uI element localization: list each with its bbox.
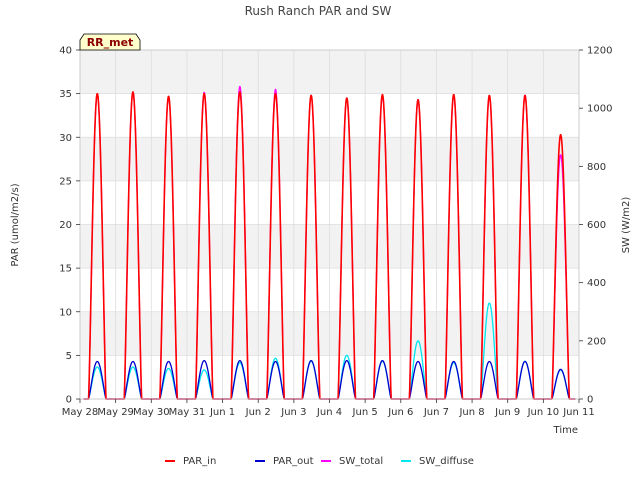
y-axis-right-title: SW (W/m2) xyxy=(621,197,632,254)
x-tick-label: Jun 1 xyxy=(209,407,235,418)
x-tick-label: Jun 9 xyxy=(494,407,520,418)
y-right-tick-label: 1000 xyxy=(587,104,612,115)
y-left-tick-label: 30 xyxy=(59,133,72,144)
y-right-tick-label: 400 xyxy=(587,278,606,289)
y-left-tick-label: 5 xyxy=(66,351,72,362)
y-left-tick-label: 10 xyxy=(59,307,72,318)
x-axis-title: Time xyxy=(553,425,578,436)
station-badge-label: RR_met xyxy=(87,36,134,49)
legend-label: PAR_out xyxy=(273,456,314,467)
y-right-tick-label: 800 xyxy=(587,162,606,173)
x-axis: May 28 May 29 May 30 May 31 Jun 1 Jun 2 Jun 3 J… xyxy=(62,399,595,418)
x-tick-label: Jun 7 xyxy=(423,407,449,418)
y-left-tick-label: 20 xyxy=(59,220,72,231)
y-right-tick-label: 1200 xyxy=(587,46,612,57)
chart: Rush Ranch PAR and SW 0 5 10 15 20 25 30 35 40 0… xyxy=(10,4,632,467)
y-axis-left-title: PAR (umol/m2/s) xyxy=(10,183,21,266)
legend-label: SW_diffuse xyxy=(419,456,474,467)
y-left-tick-label: 15 xyxy=(59,264,72,275)
y-axis-left: 0 5 10 15 20 25 30 35 40 xyxy=(59,46,80,406)
legend-label: PAR_in xyxy=(183,456,216,467)
y-left-tick-label: 40 xyxy=(59,46,72,57)
x-tick-label: Jun 10 xyxy=(527,407,560,418)
x-tick-label: Jun 2 xyxy=(245,407,271,418)
y-left-tick-label: 35 xyxy=(59,89,72,100)
y-right-tick-label: 0 xyxy=(587,395,593,406)
x-tick-label: May 28 xyxy=(62,407,99,418)
x-tick-label: Jun 4 xyxy=(316,407,342,418)
x-tick-label: May 31 xyxy=(169,407,206,418)
chart-title: Rush Ranch PAR and SW xyxy=(245,4,392,18)
x-tick-label: Jun 8 xyxy=(458,407,484,418)
y-left-tick-label: 0 xyxy=(66,395,72,406)
legend-label: SW_total xyxy=(339,456,383,467)
y-right-tick-label: 200 xyxy=(587,336,606,347)
y-left-tick-label: 25 xyxy=(59,176,72,187)
legend: PAR_in PAR_out SW_total SW_diffuse xyxy=(165,456,474,467)
x-tick-label: May 30 xyxy=(133,407,170,418)
y-axis-right: 0 200 400 600 800 1000 1200 xyxy=(579,46,612,406)
x-tick-label: Jun 6 xyxy=(387,407,413,418)
x-tick-label: Jun 5 xyxy=(352,407,378,418)
x-tick-label: Jun 11 xyxy=(562,407,595,418)
station-badge: RR_met xyxy=(79,33,141,51)
x-tick-label: May 29 xyxy=(97,407,134,418)
x-tick-label: Jun 3 xyxy=(280,407,306,418)
y-right-tick-label: 600 xyxy=(587,220,606,231)
